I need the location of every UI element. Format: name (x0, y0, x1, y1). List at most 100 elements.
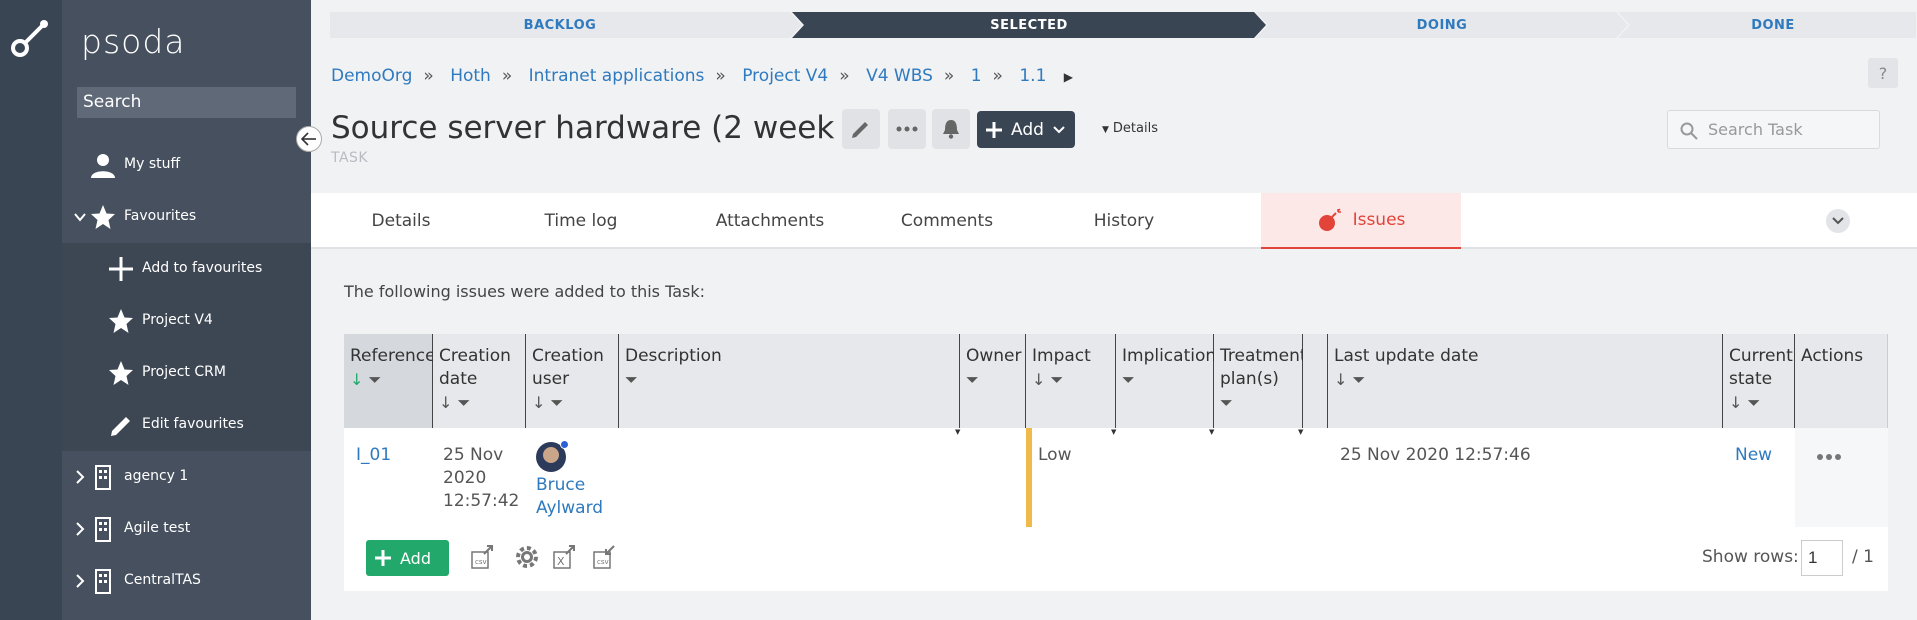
step-done[interactable]: DONE (1630, 12, 1916, 38)
sidebar-item-my-stuff[interactable]: My stuff (62, 139, 311, 191)
sidebar-item-label: Project V4 (142, 312, 213, 328)
ellipsis-icon[interactable] (1816, 453, 1842, 461)
creation-date-time: 12:57:42 (443, 491, 520, 511)
star-icon (91, 205, 115, 229)
column-header-implication[interactable]: Implication ⏷ (1116, 334, 1216, 428)
sort-filter-icons[interactable]: ↓ ⏷ (532, 391, 612, 414)
column-header-description[interactable]: Description ⏷ (619, 334, 960, 428)
sidebar-item-favourites[interactable]: Favourites (62, 191, 311, 243)
breadcrumb-expand-icon[interactable]: ▶ (1064, 70, 1073, 84)
column-header-label: Creation user (532, 346, 604, 389)
sidebar-item-agile-test[interactable]: Agile test (62, 503, 311, 555)
svg-text:csv: csv (597, 558, 609, 566)
breadcrumb-separator: » (943, 66, 955, 86)
tab-issues-label: Issues (1352, 210, 1406, 230)
sidebar-item-label: My stuff (124, 156, 181, 172)
creation-user-link[interactable]: Bruce Aylward (536, 474, 603, 520)
breadcrumb: DemoOrg » Hoth » Intranet applications » Pr… (331, 66, 1073, 86)
issue-state-link[interactable]: New (1735, 444, 1772, 467)
filter-icon[interactable]: ⏷ (1220, 391, 1296, 414)
issue-creation-date: 25 Nov 2020 12:57:42 (443, 444, 519, 513)
gear-icon[interactable] (514, 544, 540, 570)
sidebar-item-edit-favourites[interactable]: Edit favourites (62, 399, 311, 451)
issue-reference-link[interactable]: I_01 (356, 444, 391, 467)
show-rows-input[interactable] (1801, 540, 1843, 576)
step-selected[interactable]: SELECTED (804, 12, 1254, 38)
column-header-treatment-plans[interactable]: Treatment plan(s) ⏷ (1214, 334, 1307, 428)
column-header-current-state[interactable]: Current state ↓ ⏷ (1723, 334, 1795, 428)
chevron-right-icon (76, 470, 85, 484)
column-header-spacer (1303, 334, 1328, 428)
user-last-name: Aylward (536, 498, 604, 518)
breadcrumb-item[interactable]: Project V4 (742, 66, 828, 86)
add-issue-button[interactable]: Add (366, 540, 449, 576)
breadcrumb-item[interactable]: 1 (971, 66, 982, 86)
psoda-logo-icon[interactable] (10, 16, 52, 58)
sidebar-item-agency-1[interactable]: agency 1 (62, 451, 311, 503)
help-button[interactable]: ? (1868, 58, 1898, 88)
edit-button[interactable] (842, 109, 880, 149)
sort-filter-icons[interactable]: ↓ ⏷ (1729, 391, 1788, 414)
breadcrumb-separator: » (839, 66, 850, 86)
more-options-button[interactable] (888, 109, 926, 149)
sidebar-item-label: agency 1 (124, 468, 189, 484)
tab-issues[interactable]: Issues (1261, 193, 1461, 249)
csv-import-icon[interactable]: csv (592, 544, 618, 570)
filter-icon[interactable]: ⏷ (1122, 368, 1207, 391)
column-header-reference[interactable]: Reference ↓ ⏷ (344, 334, 436, 428)
column-header-last-update-date[interactable]: Last update date ↓ ⏷ (1328, 334, 1723, 428)
user-icon (91, 154, 115, 178)
resize-handle-icon[interactable]: ▼ (1209, 428, 1214, 436)
tab-history[interactable]: History (1034, 193, 1214, 249)
search-task-placeholder: Search Task (1708, 120, 1803, 139)
filter-icon[interactable]: ⏷ (625, 368, 953, 391)
star-icon (109, 309, 133, 333)
step-backlog[interactable]: BACKLOG (330, 12, 790, 38)
notifications-button[interactable] (932, 109, 970, 149)
sort-filter-icons[interactable]: ↓ ⏷ (1032, 368, 1109, 391)
table-footer: Add csv X csv Show rows: / 1 (344, 527, 1888, 591)
excel-export-icon[interactable]: X (552, 544, 578, 570)
issue-impact[interactable]: Low (1038, 444, 1071, 467)
sort-filter-icons[interactable]: ↓ ⏷ (350, 368, 426, 391)
resize-handle-icon[interactable]: ▼ (1298, 428, 1303, 436)
resize-handle-icon[interactable]: ▼ (1111, 428, 1116, 436)
search-task-input[interactable]: Search Task (1667, 110, 1880, 149)
tab-comments[interactable]: Comments (857, 193, 1037, 249)
impact-color-bar (1026, 428, 1032, 527)
avatar[interactable] (536, 440, 569, 472)
add-button[interactable]: Add (977, 111, 1075, 148)
sort-filter-icons[interactable]: ↓ ⏷ (439, 391, 519, 414)
sidebar-item-add-to-favourites[interactable]: Add to favourites (62, 243, 311, 295)
tab-time-log[interactable]: Time log (491, 193, 671, 249)
tab-attachments[interactable]: Attachments (680, 193, 860, 249)
sort-filter-icons[interactable]: ↓ ⏷ (1334, 368, 1716, 391)
breadcrumb-item[interactable]: 1.1 (1019, 66, 1046, 86)
step-doing[interactable]: DOING (1268, 12, 1616, 38)
column-header-creation-date[interactable]: Creation date ↓ ⏷ (433, 334, 526, 428)
breadcrumb-item[interactable]: DemoOrg (331, 66, 412, 86)
csv-export-icon[interactable]: csv (470, 544, 496, 570)
column-header-creation-user[interactable]: Creation user ↓ ⏷ (526, 334, 619, 428)
column-header-impact[interactable]: Impact ↓ ⏷ (1026, 334, 1116, 428)
resize-handle-icon[interactable]: ▼ (955, 428, 960, 436)
brand-name[interactable]: psoda (81, 22, 186, 61)
column-header-owner[interactable]: Owner ⏷ (960, 334, 1026, 428)
breadcrumb-item[interactable]: Intranet applications (529, 66, 705, 86)
breadcrumb-item[interactable]: V4 WBS (866, 66, 933, 86)
sidebar: psoda Search My stuff Favourites Add to … (62, 0, 311, 620)
breadcrumb-item[interactable]: Hoth (450, 66, 491, 86)
sidebar-search-input[interactable]: Search (77, 87, 296, 118)
sidebar-item-project-crm[interactable]: Project CRM (62, 347, 311, 399)
more-tabs-button[interactable] (1826, 209, 1850, 233)
sidebar-item-centraltas[interactable]: CentralTAS (62, 555, 311, 607)
page-title: Source server hardware (2 week l... (331, 110, 883, 146)
breadcrumb-separator: » (501, 66, 513, 86)
tab-details[interactable]: Details (311, 193, 491, 249)
details-toggle[interactable]: ▼ Details (1102, 121, 1158, 136)
filter-icon[interactable]: ⏷ (966, 368, 1019, 391)
creation-date-day: 25 Nov (443, 445, 504, 465)
chevron-right-icon (76, 522, 85, 536)
add-button-label: Add (1011, 119, 1044, 140)
sidebar-item-project-v4[interactable]: Project V4 (62, 295, 311, 347)
